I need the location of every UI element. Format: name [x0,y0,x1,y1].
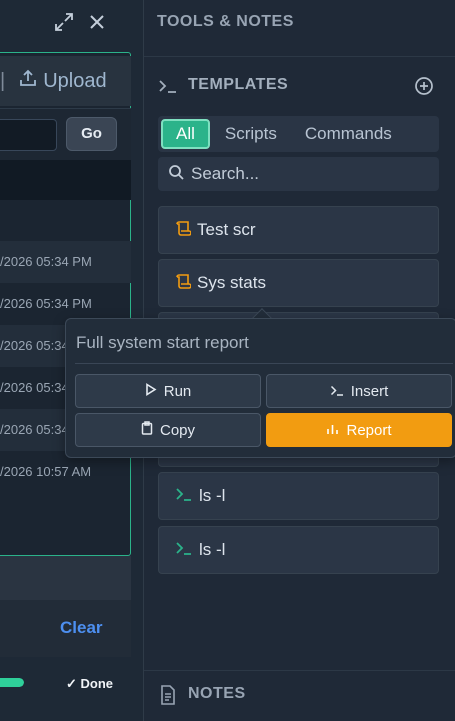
upload-button[interactable]: Upload [19,69,107,93]
add-template-icon[interactable] [414,76,434,101]
filter-tab-scripts[interactable]: Scripts [212,119,290,149]
template-label: ls -l [199,540,226,559]
popover-divider [75,363,453,364]
window-controls [54,12,106,37]
transfer-progress-bar [0,678,24,687]
template-item[interactable]: Sys stats [158,259,439,307]
document-icon [160,685,176,710]
close-icon[interactable] [88,13,106,36]
history-timestamp: /2026 05:34 PM [0,296,92,311]
report-label: Report [346,421,392,439]
insert-button[interactable]: Insert [266,374,452,408]
history-timestamp: /2026 10:57 AM [0,464,92,479]
terminal-prompt-icon [175,486,193,506]
template-search [158,157,439,191]
templates-title: TEMPLATES [188,76,289,93]
path-input[interactable] [0,119,57,151]
notes-header[interactable]: NOTES [144,671,455,721]
history-timestamp: /2026 05:34 [0,338,69,353]
scroll-icon [175,273,192,294]
go-button[interactable]: Go [66,117,117,151]
template-label: ls -l [199,486,226,505]
insert-label: Insert [350,382,389,400]
filter-tab-commands[interactable]: Commands [292,119,405,149]
template-actions-popover: Full system start report Run Insert Copy… [65,318,455,458]
expand-icon[interactable] [54,12,74,37]
transfer-footer [0,556,131,600]
upload-button-label: Upload [43,69,107,92]
run-label: Run [163,382,192,400]
search-input[interactable] [191,164,431,184]
toolbar-divider: | [0,69,6,92]
upload-icon [19,69,37,93]
panel-title: TOOLS & NOTES [157,13,294,30]
template-filter-tabs: All Scripts Commands [158,116,439,152]
terminal-prompt-icon [330,383,344,400]
clear-button[interactable]: Clear [60,618,103,638]
history-timestamp: /2026 05:34 [0,380,69,395]
template-item[interactable]: ls -l [158,472,439,520]
popover-title: Full system start report [76,333,249,352]
notes-title: NOTES [188,685,246,702]
history-timestamp: /2026 05:34 PM [0,254,92,269]
copy-button[interactable]: Copy [75,413,261,447]
history-timestamp: /2026 05:34 [0,422,69,437]
clipboard-icon [141,421,153,439]
progress-fill [0,678,24,687]
template-label: Test scr [197,220,256,239]
history-row[interactable]: /2026 05:34 PM [0,241,131,283]
upload-toolbar: | Upload [0,56,131,106]
terminal-prompt-icon [175,540,193,560]
run-button[interactable]: Run [75,374,261,408]
list-header [0,160,131,200]
play-icon [145,382,157,400]
template-item[interactable]: ls -l [158,526,439,574]
template-label: Sys stats [197,273,266,292]
templates-header[interactable]: TEMPLATES [144,57,455,113]
terminal-prompt-icon [158,79,178,98]
scroll-icon [175,220,192,241]
template-item[interactable]: Test scr [158,206,439,254]
copy-label: Copy [159,421,196,439]
bar-chart-icon [326,422,339,439]
search-icon [168,164,184,185]
done-status: ✓ Done [66,676,114,691]
filter-tab-all[interactable]: All [161,119,210,149]
report-button[interactable]: Report [266,413,452,447]
